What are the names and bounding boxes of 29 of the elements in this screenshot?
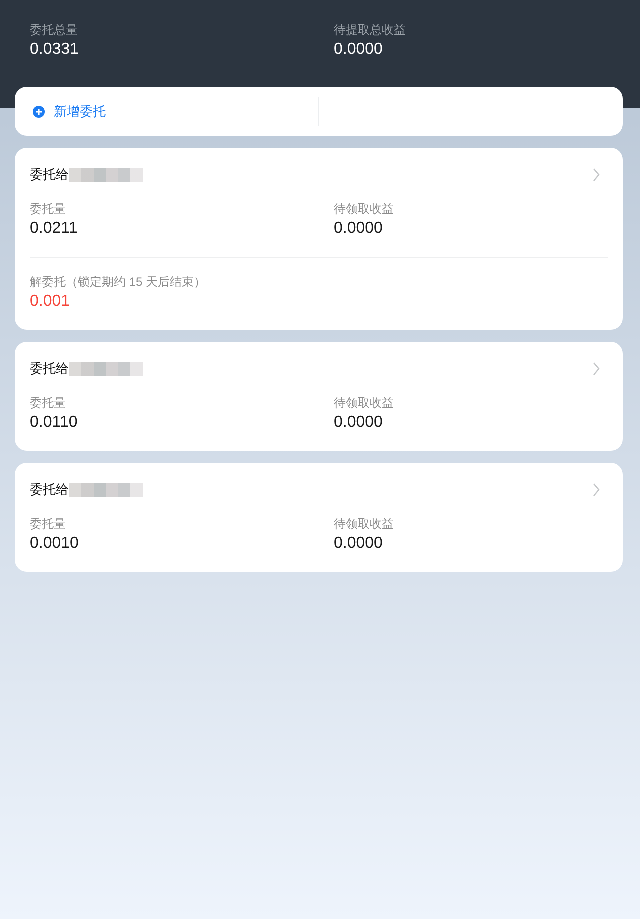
stat-value: 0.0000 — [334, 413, 383, 433]
unbonding-label: 解委托（锁定期约 15 天后结束） — [30, 274, 206, 290]
stat-label: 待提取总收益 — [334, 22, 406, 39]
stat-value: 0.0000 — [334, 219, 383, 239]
stat-value: 0.0000 — [334, 40, 383, 60]
stat-value: 0.0331 — [30, 40, 79, 60]
delegation-title: 委托给 — [30, 166, 69, 184]
stat-label: 待领取收益 — [334, 516, 394, 532]
delegation-card[interactable]: 委托给 委托量 0.0110 待领取收益 0.0000 — [15, 342, 623, 451]
stat-label: 待领取收益 — [334, 395, 394, 411]
delegation-title: 委托给 — [30, 481, 69, 499]
stat-label: 委托量 — [30, 201, 66, 217]
stat-value: 0.0000 — [334, 534, 383, 554]
stat-value: 0.0010 — [30, 534, 79, 554]
stat-label: 待领取收益 — [334, 201, 394, 217]
chevron-right-icon — [593, 168, 600, 182]
delegation-card[interactable]: 委托给 委托量 0.0211 待领取收益 0.0000 解委托（锁定期约 15 天后结束） 0.001 — [15, 148, 623, 330]
stat-label: 委托量 — [30, 395, 66, 411]
plus-circle-icon — [33, 106, 45, 118]
stat-label: 委托量 — [30, 516, 66, 532]
delegation-card[interactable]: 委托给 委托量 0.0010 待领取收益 0.0000 — [15, 463, 623, 572]
chevron-right-icon — [593, 362, 600, 376]
stat-value: 0.0211 — [30, 219, 78, 239]
unbonding-value: 0.001 — [30, 292, 70, 312]
chevron-right-icon — [593, 483, 600, 497]
add-delegation-button[interactable]: 新增委托 — [33, 102, 106, 120]
stat-label: 委托总量 — [30, 22, 78, 39]
stat-value: 0.0110 — [30, 413, 78, 433]
delegation-title: 委托给 — [30, 360, 69, 378]
